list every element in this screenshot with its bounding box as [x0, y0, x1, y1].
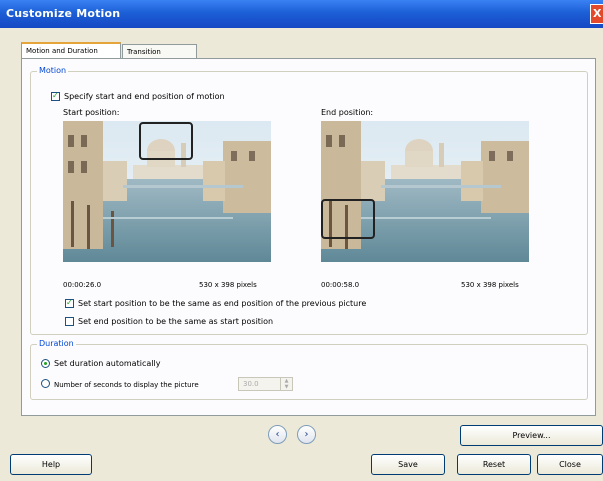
end-same-as-start-label: Set end position to be the same as start… — [78, 317, 274, 326]
motion-group-label: Motion — [37, 66, 69, 76]
motion-group: Motion Specify start and end position of… — [30, 66, 588, 335]
seconds-duration-label: Number of seconds to display the picture — [54, 381, 199, 389]
duration-group-label: Duration — [37, 339, 76, 349]
start-size-label: 530 x 398 pixels — [199, 281, 257, 289]
auto-duration-label: Set duration automatically — [54, 359, 161, 368]
specify-motion-label: Specify start and end position of motion — [64, 92, 225, 101]
window-title: Customize Motion — [6, 7, 121, 20]
start-selection-rectangle[interactable] — [139, 122, 193, 160]
duration-group: Duration Set duration automatically Numb… — [30, 339, 588, 400]
start-position-label: Start position: — [63, 108, 120, 117]
preview-button[interactable]: Preview... — [460, 425, 603, 446]
arrow-right-icon: › — [304, 429, 309, 440]
start-time-label: 00:00:26.0 — [63, 281, 102, 289]
seconds-value: 30.0 — [243, 380, 259, 388]
venice-canal-image-end — [321, 121, 529, 262]
end-same-as-start-checkbox[interactable] — [65, 317, 74, 326]
stepper-arrows-icon[interactable]: ▲ ▼ — [280, 378, 292, 390]
end-position-picture[interactable] — [321, 121, 529, 262]
close-window-button[interactable]: X — [590, 4, 603, 24]
tab-panel: Motion Specify start and end position of… — [21, 58, 596, 416]
next-picture-button[interactable]: › — [297, 425, 316, 444]
end-size-label: 530 x 398 pixels — [461, 281, 519, 289]
specify-motion-checkbox[interactable] — [51, 91, 60, 101]
end-time-label: 00:00:58.0 — [321, 281, 360, 289]
arrow-left-icon: ‹ — [275, 429, 280, 440]
start-same-as-previous-label: Set start position to be the same as end… — [78, 299, 367, 308]
start-same-as-previous-checkbox[interactable] — [65, 298, 74, 308]
tab-transition[interactable]: Transition — [122, 44, 197, 58]
close-button[interactable]: Close — [537, 454, 603, 475]
save-button[interactable]: Save — [371, 454, 445, 475]
title-bar[interactable]: Customize Motion X — [0, 0, 603, 28]
previous-picture-button[interactable]: ‹ — [268, 425, 287, 444]
customize-motion-dialog: Customize Motion X Motion and Duration T… — [0, 0, 603, 481]
seconds-duration-radio[interactable] — [41, 379, 50, 388]
help-button[interactable]: Help — [10, 454, 92, 475]
end-position-label: End position: — [321, 108, 374, 117]
seconds-stepper[interactable]: 30.0 ▲ ▼ — [238, 377, 293, 391]
reset-button[interactable]: Reset — [457, 454, 531, 475]
auto-duration-radio[interactable] — [41, 359, 50, 368]
end-selection-rectangle[interactable] — [321, 199, 375, 239]
close-icon: X — [593, 7, 602, 20]
tab-motion-and-duration[interactable]: Motion and Duration — [21, 42, 121, 59]
